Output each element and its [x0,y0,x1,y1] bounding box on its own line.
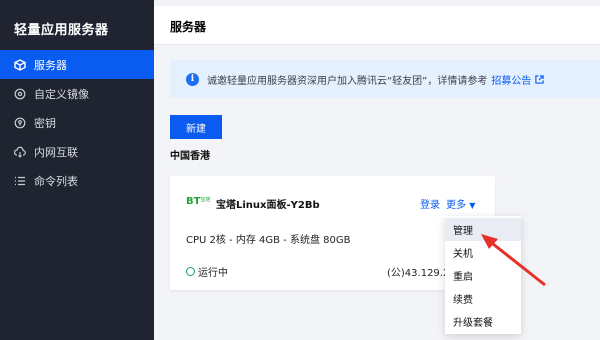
bt-logo-small: 宝塔 [200,197,211,203]
sidebar-item-label: 内网互联 [34,145,78,159]
list-icon [14,175,26,187]
menu-item-shutdown[interactable]: 关机 [445,241,521,264]
page-title: 服务器 [170,20,207,34]
cube-icon [14,58,26,71]
menu-item-manage[interactable]: 管理 [445,218,521,241]
sidebar-nav: 服务器 自定义镜像 密钥 内网互联 命令列表 [0,50,154,195]
sidebar-item-keys[interactable]: 密钥 [0,108,154,137]
menu-item-renew[interactable]: 续费 [445,287,521,310]
sidebar: 轻量应用服务器 服务器 自定义镜像 密钥 内网互联 命令列表 [0,0,154,340]
status-text: 运行中 [198,268,228,279]
brand-title: 轻量应用服务器 [14,23,109,38]
sidebar-item-servers[interactable]: 服务器 [0,50,154,79]
main-content: 服务器 i 诚邀轻量应用服务器资深用户加入腾讯云“轻友团”，详情请参考 招募公告… [154,0,600,340]
page-header: 服务器 [154,6,600,45]
caret-down-icon: ▼ [469,201,476,210]
sidebar-item-label: 命令列表 [34,174,78,188]
info-icon: i [186,72,199,86]
login-link[interactable]: 登录 [420,196,440,211]
cloud-link-icon [14,146,26,158]
key-icon [14,117,26,129]
notice-banner: i 诚邀轻量应用服务器资深用户加入腾讯云“轻友团”，详情请参考 招募公告 [170,60,600,98]
server-status: 运行中 [186,264,228,279]
more-menu: 管理 关机 重启 续费 升级套餐 [445,216,521,334]
new-server-button[interactable]: 新建 [170,115,222,139]
recruit-link[interactable]: 招募公告 [491,72,531,87]
bt-logo: BT宝塔 [186,196,210,207]
sidebar-item-label: 自定义镜像 [34,87,89,101]
menu-item-restart[interactable]: 重启 [445,264,521,287]
public-ip: (公)43.129.20 [387,268,447,279]
sidebar-item-custom-images[interactable]: 自定义镜像 [0,79,154,108]
more-label: 更多 [446,200,466,211]
region-label: 中国香港 [170,151,210,162]
external-link-icon[interactable] [535,74,545,84]
sidebar-item-commands[interactable]: 命令列表 [0,166,154,195]
server-name[interactable]: 宝塔Linux面板-Y2Bb [216,196,320,211]
bt-logo-text: BT [186,196,201,207]
sidebar-item-label: 服务器 [34,58,67,72]
menu-item-upgrade[interactable]: 升级套餐 [445,310,521,333]
sidebar-item-intranet[interactable]: 内网互联 [0,137,154,166]
more-dropdown[interactable]: 更多 ▼ [446,196,475,211]
notice-text: 诚邀轻量应用服务器资深用户加入腾讯云“轻友团”，详情请参考 [207,75,488,87]
server-specs: CPU 2核 - 内存 4GB - 系统盘 80GB [186,235,351,246]
running-status-icon [186,267,195,276]
disc-icon [14,88,26,100]
sidebar-item-label: 密钥 [34,116,56,130]
